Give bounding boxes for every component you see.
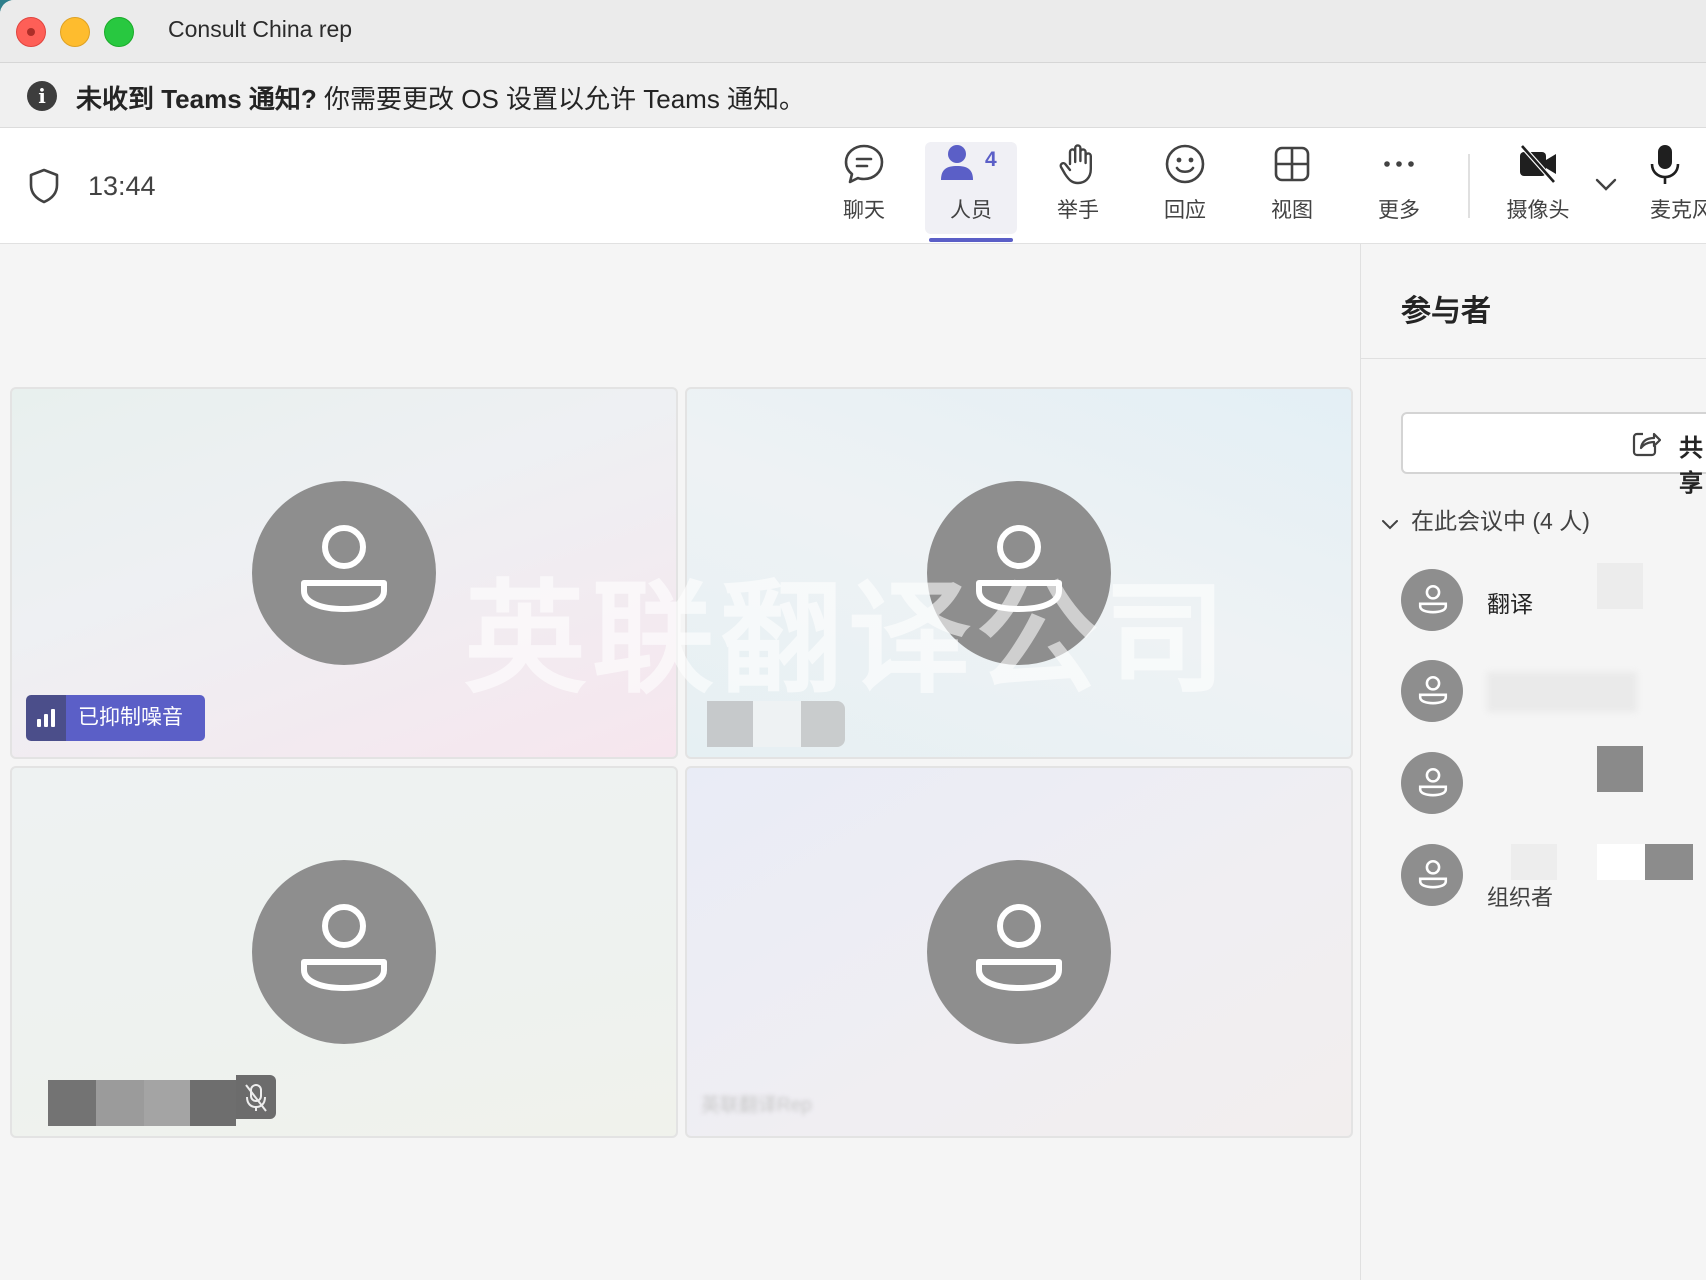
chat-label: 聊天 xyxy=(843,199,885,222)
close-window-button[interactable] xyxy=(16,17,46,47)
chat-icon xyxy=(844,144,884,184)
panel-divider xyxy=(1361,358,1706,359)
view-button[interactable]: 视图 xyxy=(1246,142,1338,234)
notification-bold-text: 未收到 Teams 通知? xyxy=(76,84,317,114)
people-icon xyxy=(941,145,973,180)
redacted-name-tag xyxy=(707,701,845,747)
redacted-name-tag xyxy=(48,1080,236,1126)
noise-suppressed-label: 已抑制噪音 xyxy=(66,695,205,741)
person-icon xyxy=(1418,584,1448,614)
redacted-block xyxy=(1597,844,1693,880)
participant-list-item[interactable]: 翻译 xyxy=(1401,563,1701,633)
noise-suppressed-badge: 已抑制噪音 xyxy=(26,695,205,741)
meeting-toolbar: 13:44 聊天 4 人员 举手 回应 视图 更多 摄像头 麦克风 xyxy=(0,128,1706,244)
minimize-window-button[interactable] xyxy=(60,17,90,47)
participant-name: 英联翻译Rep xyxy=(701,1095,812,1116)
chat-button[interactable]: 聊天 xyxy=(818,142,910,234)
person-icon xyxy=(301,525,387,612)
avatar xyxy=(252,481,436,665)
raise-hand-button[interactable]: 举手 xyxy=(1032,142,1124,234)
raise-hand-icon xyxy=(1059,144,1092,185)
participant-tile[interactable]: 已抑制噪音 xyxy=(10,387,678,759)
person-icon xyxy=(1418,859,1448,889)
signal-bars-icon xyxy=(26,695,66,741)
redacted-name xyxy=(1487,672,1637,712)
view-label: 视图 xyxy=(1271,199,1313,222)
participant-tile[interactable] xyxy=(10,766,678,1138)
microphone-icon xyxy=(1650,145,1680,184)
teams-meeting-window: Consult China rep i 未收到 Teams 通知? 你需要更改 … xyxy=(0,0,1706,1280)
person-icon xyxy=(1418,675,1448,705)
participant-list-item[interactable]: 组织者 xyxy=(1401,844,1701,910)
redacted-name xyxy=(1511,844,1557,880)
share-label: 共享 xyxy=(1679,435,1703,497)
people-label: 人员 xyxy=(950,199,992,222)
person-icon xyxy=(976,525,1062,612)
more-dots-icon xyxy=(1384,161,1414,167)
participant-list-item[interactable] xyxy=(1401,660,1701,724)
panel-title: 参与者 xyxy=(1401,295,1491,328)
camera-options-chevron-icon[interactable] xyxy=(1594,176,1618,197)
notification-body-text: 你需要更改 OS 设置以允许 Teams 通知。 xyxy=(316,84,806,114)
participant-tile[interactable] xyxy=(685,387,1353,759)
participant-name: 翻译 xyxy=(1487,591,1533,617)
more-label: 更多 xyxy=(1378,199,1420,222)
participants-panel: 参与者 共享 在此会议中 (4 人) 翻译 组织者 xyxy=(1360,244,1706,1280)
mic-label: 麦克风 xyxy=(1650,199,1706,222)
shield-icon[interactable] xyxy=(28,168,60,209)
share-icon xyxy=(1631,428,1662,463)
video-stage: 已抑制噪音 英联翻译Rep xyxy=(0,244,1360,1280)
redacted-block xyxy=(1597,563,1643,609)
more-button[interactable]: 更多 xyxy=(1353,142,1445,234)
people-button[interactable]: 4 人员 xyxy=(925,142,1017,242)
people-count-badge: 4 xyxy=(985,148,997,171)
smiley-icon xyxy=(1165,144,1205,184)
person-icon xyxy=(1418,767,1448,797)
maximize-window-button[interactable] xyxy=(104,17,134,47)
in-meeting-section-header[interactable]: 在此会议中 (4 人) xyxy=(1381,502,1590,536)
grid-view-icon xyxy=(1274,146,1310,182)
chevron-down-icon xyxy=(1381,509,1399,536)
in-meeting-section-label: 在此会议中 (4 人) xyxy=(1411,508,1590,534)
mic-button[interactable]: 麦克风 xyxy=(1636,142,1706,234)
participant-tile[interactable]: 英联翻译Rep xyxy=(685,766,1353,1138)
person-icon xyxy=(976,904,1062,991)
avatar xyxy=(252,860,436,1044)
mic-muted-icon xyxy=(236,1075,276,1119)
redacted-block xyxy=(1597,746,1643,792)
avatar xyxy=(1401,569,1463,631)
react-button[interactable]: 回应 xyxy=(1139,142,1231,234)
participant-list-item[interactable] xyxy=(1401,746,1701,816)
camera-button[interactable]: 摄像头 xyxy=(1492,142,1584,234)
camera-label: 摄像头 xyxy=(1506,199,1570,222)
camera-off-icon xyxy=(1520,144,1556,184)
title-bar: Consult China rep xyxy=(0,0,1706,63)
notification-text: 未收到 Teams 通知? 你需要更改 OS 设置以允许 Teams 通知。 xyxy=(76,79,805,116)
share-invite-button[interactable]: 共享 xyxy=(1401,412,1706,497)
window-title: Consult China rep xyxy=(168,16,353,42)
meeting-timer: 13:44 xyxy=(88,171,156,201)
notification-bar: i 未收到 Teams 通知? 你需要更改 OS 设置以允许 Teams 通知。 xyxy=(0,63,1706,128)
avatar xyxy=(1401,752,1463,814)
raise-hand-label: 举手 xyxy=(1057,199,1099,222)
person-icon xyxy=(301,904,387,991)
toolbar-divider xyxy=(1468,154,1470,218)
avatar xyxy=(1401,660,1463,722)
info-icon: i xyxy=(27,81,57,111)
avatar xyxy=(1401,844,1463,906)
avatar xyxy=(927,481,1111,665)
participant-role: 组织者 xyxy=(1487,885,1554,910)
react-label: 回应 xyxy=(1164,199,1206,222)
avatar xyxy=(927,860,1111,1044)
